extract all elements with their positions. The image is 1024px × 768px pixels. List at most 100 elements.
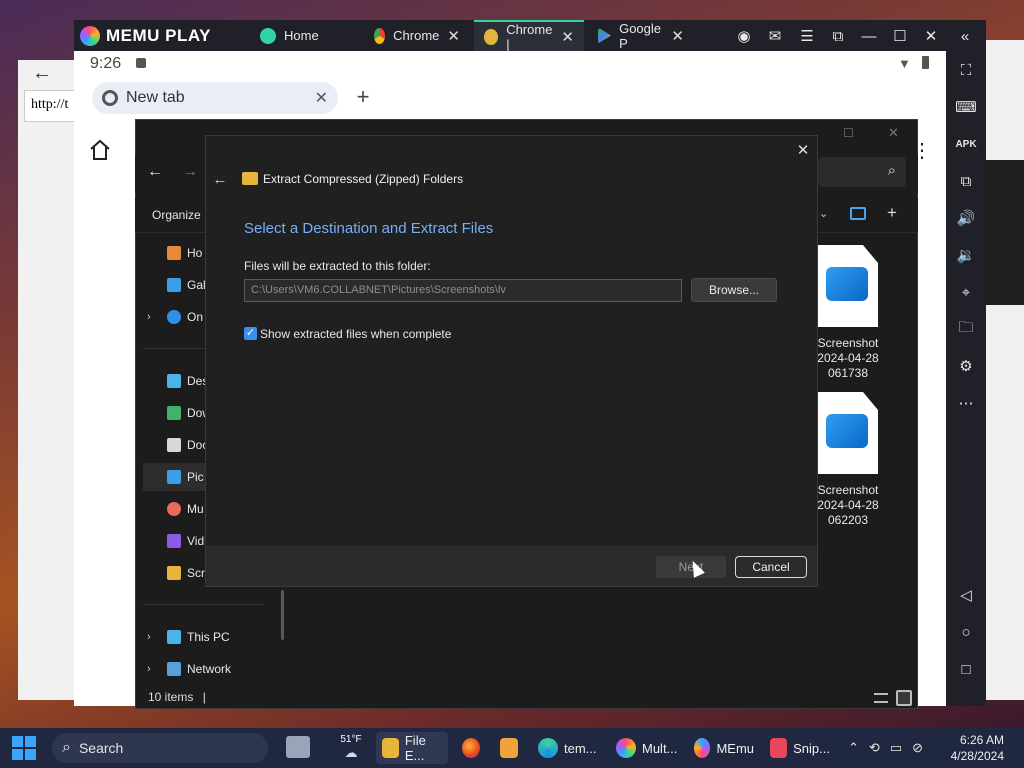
collapse-sidebar-icon[interactable]: « — [953, 24, 977, 48]
maximize-icon[interactable]: ☐ — [888, 24, 912, 48]
task-view-icon[interactable] — [286, 736, 310, 758]
explorer-search-box[interactable]: ⌕ — [818, 157, 906, 187]
show-files-checkbox-label[interactable]: Show extracted files when complete — [260, 327, 451, 341]
sidebar-item-label: This PC — [187, 630, 230, 644]
list-view-icon[interactable] — [874, 693, 888, 703]
sidebar-item-this-pc[interactable]: › This PC — [143, 623, 289, 651]
taskbar-app-media[interactable] — [494, 732, 524, 764]
add-icon[interactable]: + — [887, 203, 897, 223]
item-count: 10 items — [148, 690, 194, 704]
fullscreen-icon[interactable]: ⛶ — [954, 58, 978, 82]
minimize-icon[interactable]: — — [857, 24, 881, 48]
chevron-right-icon[interactable]: › — [147, 631, 151, 643]
chevron-up-icon[interactable]: ⌃ — [848, 740, 859, 756]
memu-logo-icon — [80, 26, 100, 46]
organize-menu[interactable]: Organize — [152, 208, 201, 222]
taskbar-clock[interactable]: 6:26 AM 4/28/2024 — [940, 732, 1004, 764]
android-recents-icon[interactable]: □ — [954, 657, 978, 681]
taskbar-app-snipping-tool[interactable]: Snip... — [764, 732, 836, 764]
sidebar-item-label: Pic — [187, 470, 204, 484]
back-arrow-icon[interactable]: ← — [147, 163, 163, 181]
close-tab-icon[interactable]: ✕ — [315, 88, 328, 108]
keyboard-icon[interactable]: ⌨ — [954, 95, 978, 119]
memu-tab-chrome-2[interactable]: Chrome | ✕ — [474, 20, 584, 52]
chrome-icon — [102, 90, 118, 106]
volume-up-icon[interactable]: 🔊 — [954, 206, 978, 230]
file-name-2[interactable]: Screenshot 2024-04-28 062203 — [808, 483, 888, 528]
back-arrow-icon[interactable]: ← — [32, 62, 52, 85]
start-button[interactable] — [12, 736, 36, 760]
chevron-right-icon[interactable]: › — [147, 663, 151, 675]
file-thumbnail-2[interactable] — [818, 392, 880, 476]
media-player-icon — [500, 738, 518, 758]
taskbar-app-label: File E... — [404, 733, 426, 763]
video-icon — [167, 534, 181, 548]
location-icon[interactable]: ⌖ — [954, 280, 978, 304]
thumbnail-view-icon[interactable] — [896, 690, 912, 706]
pictures-icon — [167, 470, 181, 484]
explorer-maximize-icon[interactable]: ☐ — [843, 126, 854, 140]
taskbar-search[interactable]: ⌕ Search — [52, 733, 268, 763]
close-window-icon[interactable]: ✕ — [919, 24, 943, 48]
start-tile — [12, 749, 23, 760]
android-back-icon[interactable]: ◁ — [954, 583, 978, 607]
taskbar-app-multi[interactable]: Mult... — [610, 732, 684, 764]
destination-path-input[interactable]: C:\Users\VM6.COLLABNET\Pictures\Screensh… — [244, 279, 682, 302]
close-icon[interactable]: ✕ — [671, 27, 684, 45]
edge-icon — [538, 738, 558, 758]
memu-tab-home[interactable]: Home — [250, 20, 358, 51]
taskbar-app-firefox[interactable] — [456, 732, 486, 764]
memu-tab-label: Chrome | — [506, 21, 553, 52]
chevron-right-icon[interactable]: › — [147, 311, 151, 323]
android-clock: 9:26 — [90, 55, 122, 72]
display-icon[interactable]: ▭ — [890, 740, 902, 756]
chrome-tab-new-tab[interactable]: New tab ✕ — [92, 82, 338, 114]
mail-icon[interactable]: ✉ — [763, 24, 787, 48]
memu-tab-google-play[interactable]: Google P ✕ — [588, 20, 694, 51]
android-home-icon[interactable]: ○ — [954, 620, 978, 644]
volume-down-icon[interactable]: 🔉 — [954, 243, 978, 267]
multi-window-icon[interactable]: ⧉ — [954, 169, 978, 193]
search-label: Search — [78, 740, 124, 756]
settings-icon[interactable]: ⚙ — [954, 354, 978, 378]
file-name-1[interactable]: Screenshot 2024-04-28 061738 — [808, 336, 888, 381]
folder-icon — [382, 738, 399, 758]
details-pane-icon[interactable] — [850, 207, 866, 220]
browse-button[interactable]: Browse... — [691, 278, 777, 302]
chrome-tab-title: New tab — [126, 89, 185, 106]
taskbar-app-file-explorer[interactable]: File E... — [376, 732, 448, 764]
account-icon[interactable]: ◉ — [732, 24, 756, 48]
file-name-line: Screenshot — [817, 336, 879, 350]
home-icon[interactable] — [88, 138, 112, 162]
network-status-icon[interactable]: ⟲ — [869, 740, 880, 756]
no-connection-icon[interactable]: ⊘ — [912, 740, 923, 756]
extract-dialog — [205, 135, 818, 587]
close-icon[interactable]: ✕ — [561, 28, 574, 46]
background-window-right[interactable] — [985, 40, 1024, 700]
dialog-close-icon[interactable]: ✕ — [792, 139, 814, 161]
new-tab-button[interactable]: + — [350, 84, 376, 110]
more-icon[interactable]: ⋯ — [954, 391, 978, 415]
cancel-button[interactable]: Cancel — [735, 556, 807, 578]
file-thumbnail-1[interactable] — [818, 245, 880, 329]
folder-icon[interactable]: 🗀 — [954, 317, 978, 341]
dialog-back-icon[interactable]: ← — [211, 170, 229, 188]
sidebar-scrollbar[interactable] — [281, 590, 284, 640]
sidebar-item-network[interactable]: › Network — [143, 655, 289, 683]
show-files-checkbox[interactable]: ✓ — [244, 327, 257, 340]
sidebar-item-label: Ho — [187, 246, 203, 260]
explorer-close-icon[interactable]: ✕ — [888, 125, 899, 141]
forward-arrow-icon[interactable]: → — [182, 163, 198, 181]
memu-tab-chrome-1[interactable]: Chrome ✕ — [364, 20, 470, 51]
taskbar-app-memu[interactable]: MEmu — [688, 732, 760, 764]
chevron-down-icon[interactable]: ⌄ — [819, 207, 828, 220]
screen-mirror-icon[interactable]: ⧉ — [826, 24, 850, 48]
apk-icon[interactable]: APK — [954, 132, 978, 156]
close-icon[interactable]: ✕ — [447, 27, 460, 45]
weather-widget[interactable]: 51°F ☁ — [336, 734, 366, 762]
onedrive-cloud-icon — [167, 310, 181, 324]
menu-icon[interactable]: ☰ — [795, 24, 819, 48]
taskbar-app-edge[interactable]: tem... — [532, 732, 604, 764]
file-name-line: Screenshot — [817, 483, 879, 497]
sidebar-item-label: Scr — [187, 566, 205, 580]
